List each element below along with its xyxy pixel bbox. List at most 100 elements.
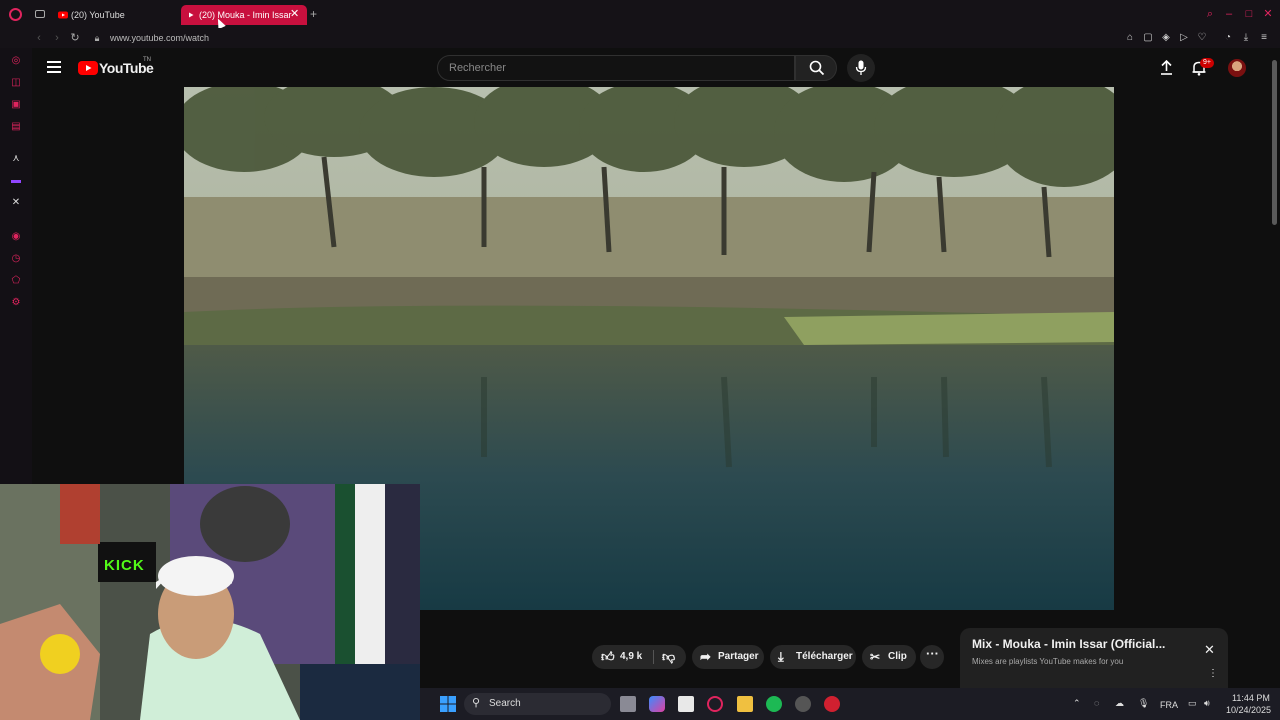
cast-icon[interactable]: ▷	[1177, 31, 1191, 45]
account-icon[interactable]: ◔	[1221, 31, 1235, 45]
obs-icon[interactable]	[795, 696, 811, 712]
youtube-favicon-icon	[58, 11, 68, 19]
lock-icon: 🔒︎	[94, 33, 100, 43]
tab-label: (20) Mouka - Imin Issar	[199, 10, 292, 20]
network-icon[interactable]: ▭	[1188, 698, 1197, 709]
hamburger-menu-icon[interactable]	[47, 61, 61, 73]
clock-time[interactable]: 11:44 PM	[1232, 693, 1270, 703]
back-icon[interactable]: ‹	[32, 31, 46, 45]
kick-icon[interactable]: ⋏	[9, 152, 23, 166]
clip-button[interactable]: ✂ Clip	[862, 645, 916, 669]
reload-icon[interactable]: ↻	[68, 31, 82, 45]
more-actions-button[interactable]: ···	[920, 645, 944, 669]
snapshot-icon[interactable]: ▢	[1141, 31, 1155, 45]
more-horizontal-icon: ···	[926, 646, 939, 661]
like-dislike-group: 👍︎ 4,9 k 👎︎	[592, 645, 686, 669]
mix-subtitle: Mixes are playlists YouTube makes for yo…	[972, 657, 1124, 666]
scissors-icon: ✂	[870, 650, 881, 664]
tab-manager-icon[interactable]	[35, 10, 45, 18]
search-icon: ⚲	[472, 697, 481, 709]
downloads-icon[interactable]: ⤓	[1239, 31, 1253, 45]
upload-icon[interactable]	[1159, 60, 1174, 75]
download-label: Télécharger	[796, 651, 853, 662]
browser-tab-strip: (20) YouTube (20) Mouka - Imin Issar ✕ +…	[0, 0, 1280, 30]
youtube-play-logo-icon	[78, 61, 98, 75]
ai-icon[interactable]: ◎	[9, 54, 23, 68]
minimize-icon[interactable]: –	[1223, 8, 1235, 20]
maximize-icon[interactable]: □	[1243, 8, 1255, 20]
tab-label: (20) YouTube	[71, 10, 125, 20]
clock-date[interactable]: 10/24/2025	[1226, 705, 1271, 715]
kick-sign: KICK	[104, 557, 145, 574]
thumbs-down-icon: 👎︎	[662, 649, 676, 664]
taskbar-search-label: Search	[489, 698, 521, 709]
copilot-icon[interactable]	[649, 696, 665, 712]
play-favicon-icon	[189, 12, 194, 18]
voice-search-button[interactable]	[847, 54, 875, 82]
tray-chevron-icon[interactable]: ⌃	[1073, 698, 1081, 709]
more-vertical-icon[interactable]: ⋮	[1208, 669, 1218, 679]
twitch-icon[interactable]: ▬	[9, 174, 23, 188]
search-icon	[809, 60, 825, 76]
avatar[interactable]	[1228, 59, 1246, 77]
shopping-icon[interactable]: ◫	[9, 76, 23, 90]
share-button[interactable]: ➦ Partager	[692, 645, 764, 669]
new-tab-icon[interactable]: +	[310, 8, 320, 20]
mix-playlist-panel[interactable]: Mix - Mouka - Imin Issar (Official... Mi…	[960, 628, 1228, 688]
share-icon: ➦	[700, 649, 711, 664]
heart-icon[interactable]: ♡	[1195, 31, 1209, 45]
dislike-button[interactable]: 👎︎	[654, 645, 686, 669]
messenger-icon[interactable]: ▣	[9, 98, 23, 112]
close-window-icon[interactable]: ✕	[1262, 8, 1274, 20]
tray-app-icon[interactable]: ◌	[1094, 698, 1099, 708]
tray-cloud-icon[interactable]: ☁	[1115, 698, 1124, 709]
search-tabs-icon[interactable]: ⌕	[1204, 8, 1216, 20]
file-explorer-icon[interactable]	[737, 696, 753, 712]
like-button[interactable]: 👍︎ 4,9 k	[592, 645, 652, 669]
x-icon[interactable]: ✕	[9, 196, 23, 210]
music-icon[interactable]: ◉	[9, 230, 23, 244]
thumbs-up-icon: 👍︎	[601, 649, 615, 664]
tab-mouka-video[interactable]: (20) Mouka - Imin Issar	[181, 5, 307, 25]
shield-icon[interactable]: ◈	[1159, 31, 1173, 45]
menu-icon[interactable]: ≡	[1257, 31, 1271, 45]
webcam-feed-streamer	[0, 484, 420, 720]
taskbar-search[interactable]: ⚲ Search	[464, 693, 611, 715]
webcam-overlay: KICK	[0, 484, 420, 720]
mix-title: Mix - Mouka - Imin Issar (Official...	[972, 637, 1166, 651]
search-placeholder: Rechercher	[449, 62, 506, 74]
url-field[interactable]: www.youtube.com/watch	[110, 31, 209, 45]
clip-label: Clip	[888, 651, 907, 662]
notifications-button[interactable]: 9+	[1191, 58, 1214, 78]
tray-mic-icon[interactable]: 🎙︎	[1138, 698, 1149, 709]
player-icon[interactable]: ▤	[9, 120, 23, 134]
language-indicator[interactable]: FRA	[1160, 700, 1178, 710]
address-bar-row: ‹ › ↻ 🔒︎ www.youtube.com/watch ⌂ ▢ ◈ ▷ ♡…	[0, 28, 1280, 48]
close-tab-icon[interactable]: ✕	[290, 9, 300, 20]
bookmark-icon[interactable]: ⌂	[1123, 31, 1137, 45]
close-icon[interactable]: ✕	[1204, 642, 1215, 658]
history-icon[interactable]: ◷	[9, 252, 23, 266]
app-red-icon[interactable]	[824, 696, 840, 712]
settings-icon[interactable]: ⚙	[9, 296, 23, 310]
search-input[interactable]: Rechercher	[437, 55, 795, 81]
tab-youtube-home[interactable]: (20) YouTube	[53, 5, 178, 25]
download-button[interactable]: ⤓ Télécharger	[770, 645, 856, 669]
opera-taskbar-icon[interactable]	[707, 696, 723, 712]
volume-icon[interactable]: 🔊︎	[1204, 698, 1210, 709]
opera-logo-icon[interactable]	[9, 8, 22, 21]
store-icon[interactable]	[678, 696, 694, 712]
forward-icon[interactable]: ›	[50, 31, 64, 45]
pinboard-icon[interactable]: ⬠	[9, 274, 23, 288]
scrollbar-thumb[interactable]	[1272, 60, 1277, 225]
youtube-logo-suffix: TN	[143, 57, 151, 63]
search-button[interactable]	[795, 55, 837, 81]
windows-start-icon[interactable]	[440, 696, 456, 712]
task-view-icon[interactable]	[620, 696, 636, 712]
notification-badge: 9+	[1200, 58, 1214, 68]
share-label: Partager	[718, 651, 759, 662]
download-icon: ⤓	[778, 649, 784, 664]
spotify-icon[interactable]	[766, 696, 782, 712]
like-count: 4,9 k	[620, 651, 643, 662]
microphone-icon	[855, 60, 867, 75]
